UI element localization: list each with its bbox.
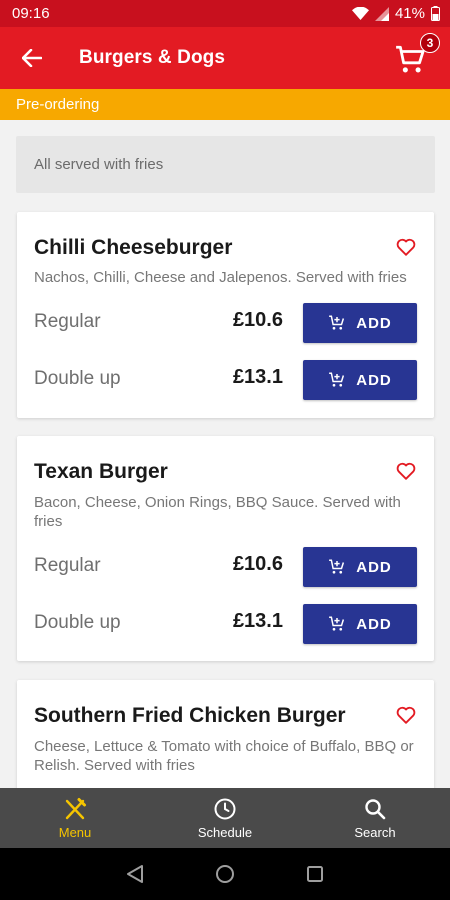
cutlery-icon: [65, 797, 86, 819]
nav-menu[interactable]: Menu: [0, 788, 150, 848]
preorder-text: Pre-ordering: [16, 96, 100, 113]
bottom-nav: Menu Schedule Search: [0, 788, 450, 848]
back-button[interactable]: [0, 27, 64, 89]
option-price: £10.6: [232, 553, 283, 575]
option-price: £10.6: [232, 309, 283, 331]
add-cart-icon: [329, 616, 345, 631]
favorite-button[interactable]: [395, 704, 417, 726]
item-name: Chilli Cheeseburger: [34, 236, 233, 259]
option-label: Regular: [34, 555, 101, 576]
add-to-cart-button[interactable]: ADD: [303, 303, 417, 343]
favorite-button[interactable]: [395, 460, 417, 482]
item-name: Texan Burger: [34, 460, 168, 483]
square-recents-icon: [307, 866, 324, 882]
option-row: Double up £13.1 ADD: [34, 604, 417, 644]
status-time: 09:16: [12, 5, 50, 22]
system-nav-bar: [0, 848, 450, 900]
clock-icon: [214, 798, 236, 819]
menu-list[interactable]: All served with fries Chilli Cheeseburge…: [0, 120, 450, 788]
nav-schedule[interactable]: Schedule: [150, 788, 300, 848]
menu-item-card: Texan Burger Bacon, Cheese, Onion Rings,…: [17, 436, 434, 661]
nav-menu-label: Menu: [58, 824, 92, 840]
search-icon: [365, 798, 386, 819]
item-description: Bacon, Cheese, Onion Rings, BBQ Sauce. S…: [34, 494, 401, 530]
item-name: Southern Fried Chicken Burger: [34, 704, 346, 727]
circle-home-icon: [215, 865, 234, 883]
heart-icon: [396, 706, 416, 724]
preorder-banner: Pre-ordering: [0, 89, 450, 120]
triangle-back-icon: [126, 865, 143, 883]
add-label: ADD: [356, 558, 392, 576]
add-to-cart-button[interactable]: ADD: [303, 360, 417, 400]
item-description: Nachos, Chilli, Cheese and Jalepenos. Se…: [34, 269, 407, 286]
battery-icon: [431, 6, 440, 21]
app-bar: Burgers & Dogs 3: [0, 27, 450, 89]
status-icons: 41%: [351, 5, 440, 22]
add-to-cart-button[interactable]: ADD: [303, 547, 417, 587]
option-row: Double up £13.1 ADD: [34, 360, 417, 400]
system-home-button[interactable]: [215, 864, 235, 884]
nav-schedule-label: Schedule: [197, 824, 253, 840]
status-bar: 09:16 41%: [0, 0, 450, 27]
option-label: Regular: [34, 311, 101, 332]
category-note-text: All served with fries: [34, 156, 164, 173]
menu-item-card: Chilli Cheeseburger Nachos, Chilli, Chee…: [17, 212, 434, 418]
favorite-button[interactable]: [395, 236, 417, 258]
option-price: £13.1: [232, 610, 283, 632]
option-row: Regular £10.6 ADD: [34, 303, 417, 343]
cart-button[interactable]: 3: [394, 33, 440, 79]
option-label: Double up: [34, 368, 121, 389]
wifi-icon: [351, 7, 369, 20]
signal-icon: [374, 6, 389, 21]
add-label: ADD: [356, 371, 392, 389]
page-title: Burgers & Dogs: [79, 47, 226, 68]
arrow-back-icon: [22, 49, 42, 67]
add-cart-icon: [329, 559, 345, 574]
add-cart-icon: [329, 315, 345, 330]
battery-percent: 41%: [394, 5, 425, 22]
add-to-cart-button[interactable]: ADD: [303, 604, 417, 644]
option-price: £13.1: [232, 366, 283, 388]
item-description: Cheese, Lettuce & Tomato with choice of …: [34, 738, 414, 774]
system-recents-button[interactable]: [306, 865, 324, 883]
nav-search-label: Search: [354, 824, 396, 840]
cart-count-badge: 3: [420, 33, 440, 53]
heart-icon: [396, 462, 416, 480]
category-note: All served with fries: [16, 136, 435, 193]
nav-search[interactable]: Search: [300, 788, 450, 848]
heart-icon: [396, 238, 416, 256]
add-label: ADD: [356, 615, 392, 633]
add-label: ADD: [356, 314, 392, 332]
option-row: Regular £10.6 ADD: [34, 547, 417, 587]
menu-item-card: Southern Fried Chicken Burger Cheese, Le…: [17, 680, 434, 788]
add-cart-icon: [329, 372, 345, 387]
system-back-button[interactable]: [126, 864, 144, 884]
option-label: Double up: [34, 612, 121, 633]
